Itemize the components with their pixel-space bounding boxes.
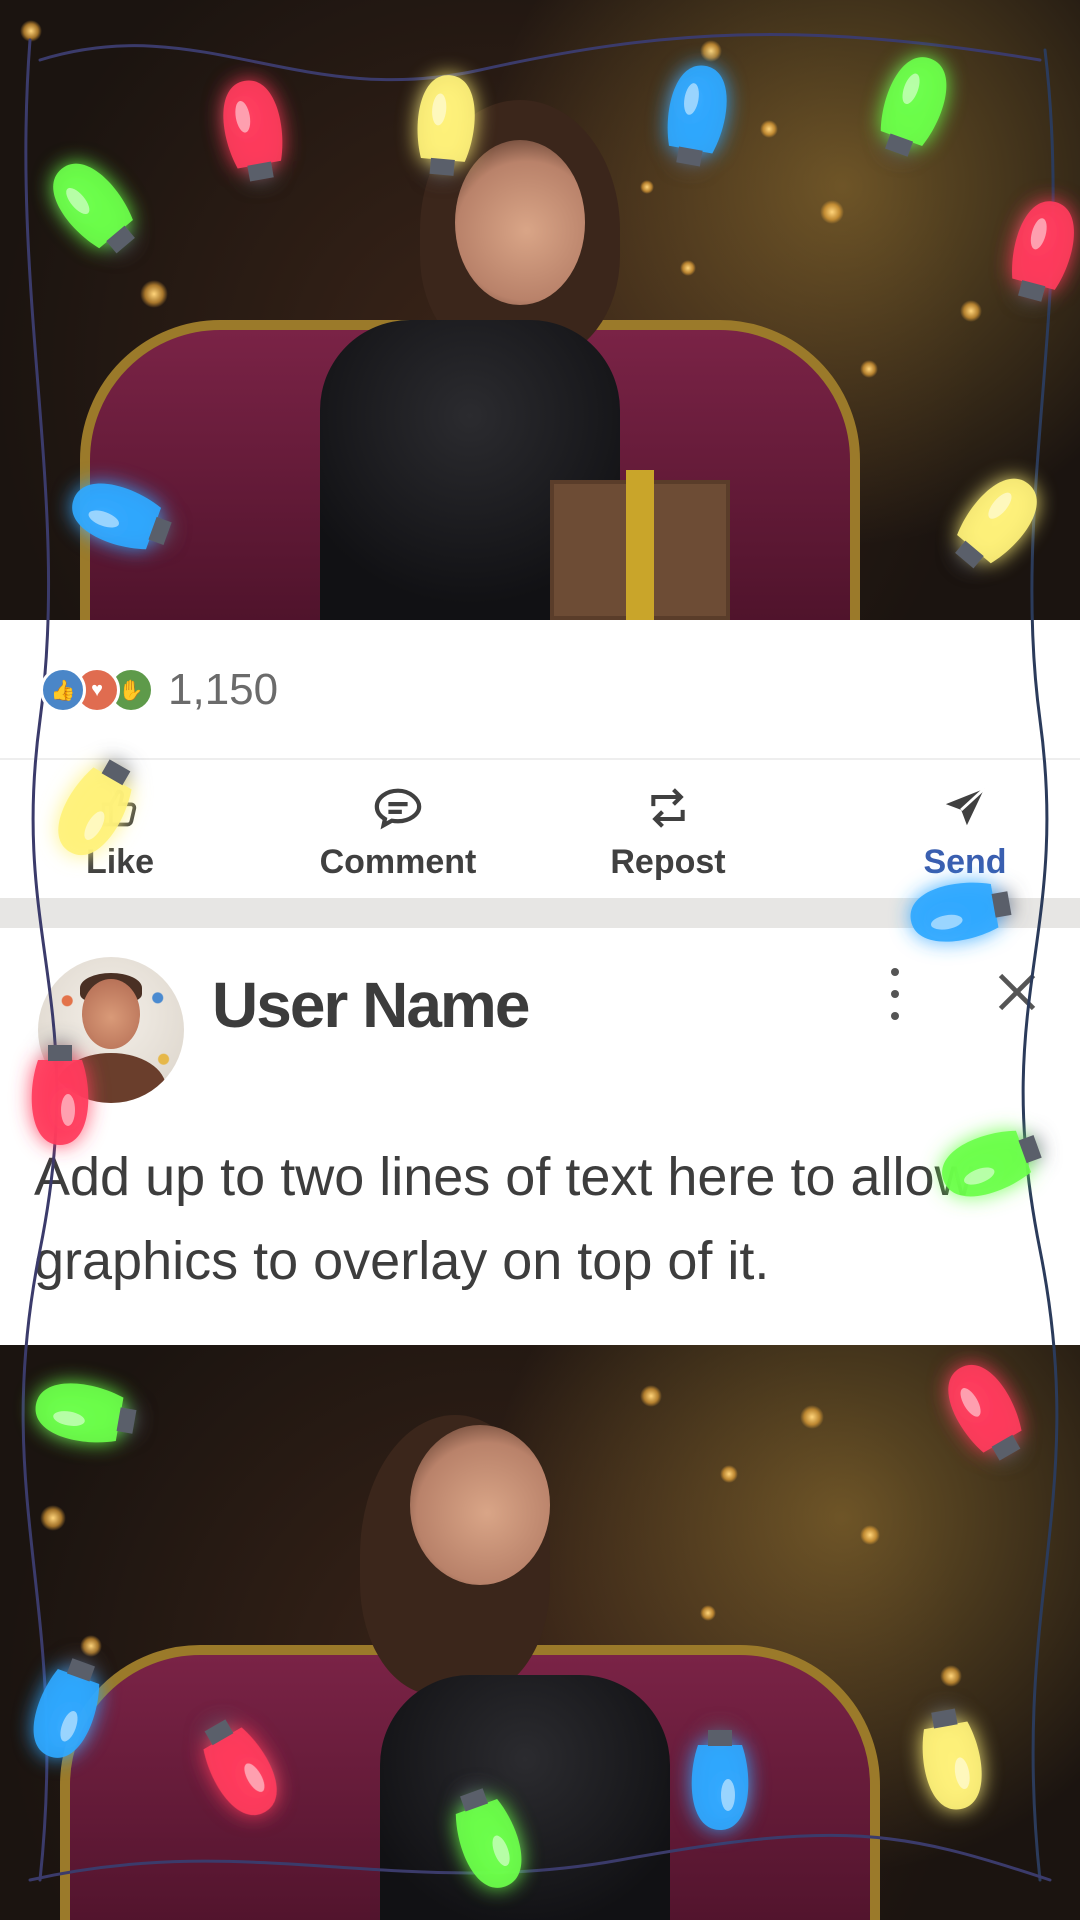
gift-box [550,470,730,620]
send-label: Send [923,843,1007,881]
comment-label: Comment [319,843,477,881]
author-name[interactable]: User Name [212,968,530,1042]
divider [0,758,1080,760]
send-icon [938,781,992,835]
like-reaction-icon: 👍 [40,667,86,713]
action-bar: Like Comment Repost Send [0,775,1080,895]
more-options-icon[interactable] [880,968,910,1020]
repost-button[interactable]: Repost [588,775,748,895]
reaction-count: 1,150 [168,665,279,714]
repost-icon [641,781,695,835]
post-text: Add up to two lines of text here to allo… [34,1147,974,1291]
send-button[interactable]: Send [905,775,1025,895]
like-button[interactable]: Like [60,775,180,895]
comment-button[interactable]: Comment [298,775,498,895]
comment-icon [371,781,425,835]
top-photo [0,0,1080,620]
close-icon[interactable] [995,970,1039,1014]
bottom-photo [0,1345,1080,1920]
repost-label: Repost [610,843,726,881]
section-divider [0,898,1080,928]
reactions-summary[interactable]: 👍 ♥ ✋ 1,150 [40,665,278,715]
thumbs-up-icon [93,781,147,835]
like-label: Like [85,843,155,881]
avatar[interactable] [38,957,184,1103]
